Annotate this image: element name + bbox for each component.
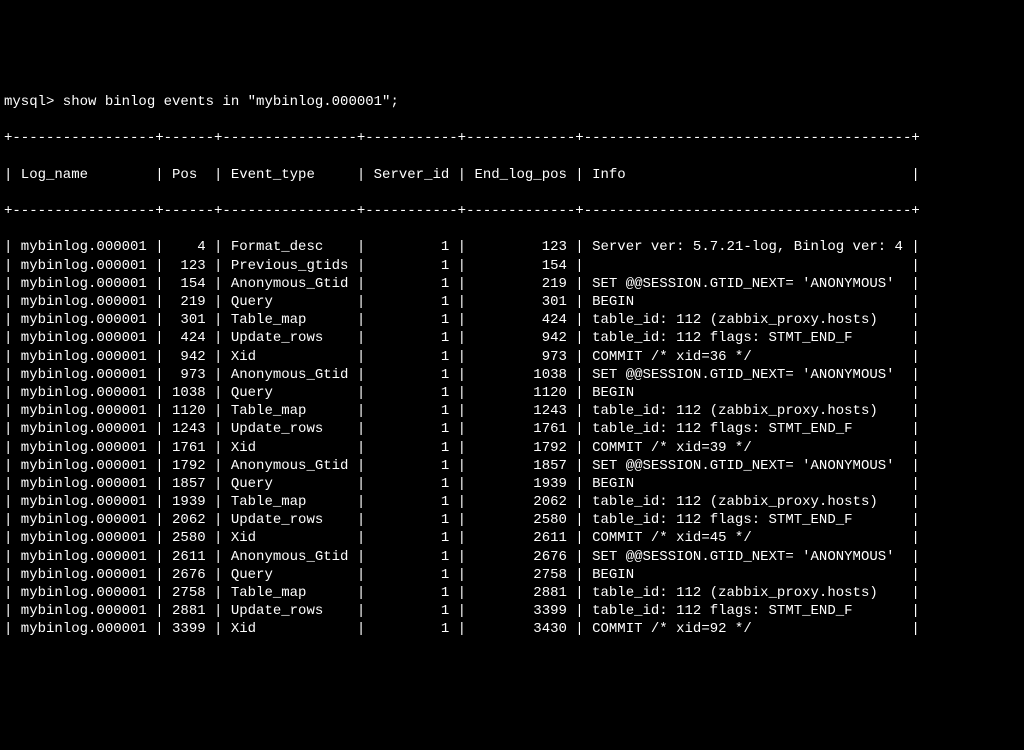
table-row: | mybinlog.000001 | 973 | Anonymous_Gtid… (4, 366, 1020, 384)
table-row: | mybinlog.000001 | 219 | Query | 1 | 30… (4, 293, 1020, 311)
table-row: | mybinlog.000001 | 301 | Table_map | 1 … (4, 311, 1020, 329)
table-row: | mybinlog.000001 | 2611 | Anonymous_Gti… (4, 548, 1020, 566)
table-row: | mybinlog.000001 | 154 | Anonymous_Gtid… (4, 275, 1020, 293)
table-row: | mybinlog.000001 | 1038 | Query | 1 | 1… (4, 384, 1020, 402)
table-top-border: +-----------------+------+--------------… (4, 129, 1020, 147)
table-row: | mybinlog.000001 | 1761 | Xid | 1 | 179… (4, 439, 1020, 457)
table-row: | mybinlog.000001 | 4 | Format_desc | 1 … (4, 238, 1020, 256)
table-row: | mybinlog.000001 | 2758 | Table_map | 1… (4, 584, 1020, 602)
table-row: | mybinlog.000001 | 1120 | Table_map | 1… (4, 402, 1020, 420)
table-row: | mybinlog.000001 | 942 | Xid | 1 | 973 … (4, 348, 1020, 366)
table-row: | mybinlog.000001 | 1792 | Anonymous_Gti… (4, 457, 1020, 475)
table-body: | mybinlog.000001 | 4 | Format_desc | 1 … (4, 238, 1020, 638)
table-header-sep: +-----------------+------+--------------… (4, 202, 1020, 220)
table-row: | mybinlog.000001 | 1939 | Table_map | 1… (4, 493, 1020, 511)
table-row: | mybinlog.000001 | 2580 | Xid | 1 | 261… (4, 529, 1020, 547)
table-row: | mybinlog.000001 | 2881 | Update_rows |… (4, 602, 1020, 620)
table-row: | mybinlog.000001 | 1243 | Update_rows |… (4, 420, 1020, 438)
sql-command: mysql> show binlog events in "mybinlog.0… (4, 93, 1020, 111)
table-header: | Log_name | Pos | Event_type | Server_i… (4, 166, 1020, 184)
table-row: | mybinlog.000001 | 424 | Update_rows | … (4, 329, 1020, 347)
table-row: | mybinlog.000001 | 3399 | Xid | 1 | 343… (4, 620, 1020, 638)
table-row: | mybinlog.000001 | 123 | Previous_gtids… (4, 257, 1020, 275)
mysql-terminal[interactable]: mysql> show binlog events in "mybinlog.0… (0, 73, 1024, 659)
table-row: | mybinlog.000001 | 2062 | Update_rows |… (4, 511, 1020, 529)
table-row: | mybinlog.000001 | 2676 | Query | 1 | 2… (4, 566, 1020, 584)
table-row: | mybinlog.000001 | 1857 | Query | 1 | 1… (4, 475, 1020, 493)
